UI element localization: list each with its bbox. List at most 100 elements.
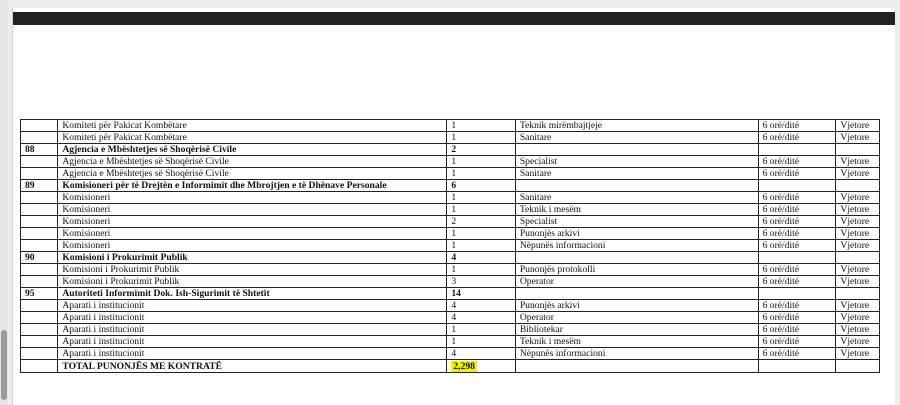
total-period-cell	[835, 359, 880, 373]
cell-number	[19, 131, 59, 144]
cell-period	[835, 251, 880, 264]
cell-position: Teknik i mesëm	[514, 203, 759, 216]
cell-period: Vjetore	[835, 347, 880, 360]
cell-position: Sanitare	[514, 191, 759, 204]
cell-period: Vjetore	[835, 131, 880, 144]
cell-position: Nëpunës informacioni	[514, 347, 759, 360]
table-row: Aparati i institucionit 1 Bibliotekar 6 orë…	[19, 323, 880, 336]
cell-hours: 6 orë/ditë	[757, 347, 837, 360]
cell-institution: Komiteti për Pakicat Kombëtare	[57, 119, 448, 132]
page-header-bar	[13, 12, 895, 25]
cell-count: 1	[446, 263, 516, 276]
cell-count: 4	[446, 251, 516, 264]
cell-number	[19, 203, 59, 216]
cell-institution: Komisioneri	[57, 227, 448, 240]
cell-count: 1	[446, 119, 516, 132]
cell-number	[19, 275, 59, 288]
cell-number	[19, 167, 59, 180]
cell-position	[514, 143, 759, 156]
cell-position: Specialist	[514, 155, 759, 168]
total-hours-cell	[757, 359, 837, 373]
cell-institution: Aparati i institucionit	[57, 299, 448, 312]
cell-institution: Komisioneri	[57, 203, 448, 216]
cell-institution: Komisioni i Prokurimit Publik	[57, 263, 448, 276]
cell-number	[19, 347, 59, 360]
cell-institution: Komiteti për Pakicat Kombëtare	[57, 131, 448, 144]
cell-period	[835, 143, 880, 156]
cell-number	[19, 323, 59, 336]
table-row: Aparati i institucionit 1 Teknik i mesëm 6 …	[19, 335, 880, 348]
cell-hours: 6 orë/ditë	[757, 299, 837, 312]
total-num-cell	[19, 359, 59, 373]
cell-position: Teknik i mesëm	[514, 335, 759, 348]
cell-number	[19, 311, 59, 324]
cell-institution: Komisioneri për të Drejtën e Informimit …	[57, 179, 448, 192]
cell-count: 4	[446, 311, 516, 324]
cell-hours: 6 orë/ditë	[757, 119, 837, 132]
cell-hours: 6 orë/ditë	[757, 191, 837, 204]
table-row: Komisioni i Prokurimit Publik 3 Operator 6 …	[19, 275, 880, 288]
cell-hours: 6 orë/ditë	[757, 131, 837, 144]
cell-position	[514, 179, 759, 192]
cell-position: Punonjës arkivi	[514, 227, 759, 240]
cell-number	[19, 299, 59, 312]
table-row: Komisioneri 2 Specialist 6 orë/ditë Vjetore	[19, 215, 880, 228]
cell-period: Vjetore	[835, 119, 880, 132]
cell-count: 1	[446, 155, 516, 168]
table-row: Komisioneri 1 Punonjës arkivi 6 orë/ditë Vje…	[19, 227, 880, 240]
cell-hours	[757, 251, 837, 264]
table-row: Aparati i institucionit 4 Nëpunës informac…	[19, 347, 880, 360]
cell-number	[19, 227, 59, 240]
cell-hours: 6 orë/ditë	[757, 323, 837, 336]
table-row: Komiteti për Pakicat Kombëtare 1 Sanitare 6…	[19, 131, 880, 144]
total-row: TOTAL PUNONJËS ME KONTRATË 2,298	[19, 359, 880, 373]
cell-number	[19, 119, 59, 132]
scrollbar-thumb[interactable]	[1, 330, 7, 400]
cell-hours: 6 orë/ditë	[757, 335, 837, 348]
cell-position: Teknik mirëmbajtjeje	[514, 119, 759, 132]
cell-institution: Aparati i institucionit	[57, 323, 448, 336]
cell-period: Vjetore	[835, 227, 880, 240]
cell-count: 1	[446, 335, 516, 348]
cell-number	[19, 191, 59, 204]
total-count: 2,298	[451, 360, 477, 372]
cell-position: Bibliotekar	[514, 323, 759, 336]
cell-institution: Komisioni i Prokurimit Publik	[57, 275, 448, 288]
table-row: Aparati i institucionit 4 Operator 6 orë/di…	[19, 311, 880, 324]
cell-count: 1	[446, 227, 516, 240]
total-label: TOTAL PUNONJËS ME KONTRATË	[57, 359, 448, 373]
cell-hours: 6 orë/ditë	[757, 275, 837, 288]
cell-position: Punonjës protokolli	[514, 263, 759, 276]
cell-hours: 6 orë/ditë	[757, 227, 837, 240]
table-row: Komisioneri 1 Sanitare 6 orë/ditë Vjetore	[19, 191, 880, 204]
cell-institution: Komisioneri	[57, 239, 448, 252]
cell-period: Vjetore	[835, 323, 880, 336]
table-row: Komisioni i Prokurimit Publik 1 Punonjës p…	[19, 263, 880, 276]
cell-hours: 6 orë/ditë	[757, 155, 837, 168]
cell-number	[19, 263, 59, 276]
cell-period: Vjetore	[835, 239, 880, 252]
cell-number: 90	[19, 251, 59, 264]
cell-hours: 6 orë/ditë	[757, 203, 837, 216]
cell-period: Vjetore	[835, 215, 880, 228]
vertical-scrollbar[interactable]	[0, 0, 8, 405]
section-header-row: 88 Agjencia e Mbështetjes së Shoqërisë Ci…	[19, 143, 880, 156]
cell-institution: Komisioneri	[57, 191, 448, 204]
cell-institution: Agjencia e Mbështetjes së Shoqërisë Civi…	[57, 155, 448, 168]
cell-count: 1	[446, 167, 516, 180]
cell-count: 1	[446, 131, 516, 144]
cell-period: Vjetore	[835, 335, 880, 348]
section-header-row: 95 Autoriteti Informimit Dok. Ish-Sigurim…	[19, 287, 880, 300]
cell-position: Sanitare	[514, 167, 759, 180]
cell-number	[19, 215, 59, 228]
total-role-cell	[514, 359, 759, 373]
cell-number: 89	[19, 179, 59, 192]
cell-hours: 6 orë/ditë	[757, 239, 837, 252]
cell-hours: 6 orë/ditë	[757, 167, 837, 180]
cell-institution: Aparati i institucionit	[57, 335, 448, 348]
cell-number	[19, 335, 59, 348]
cell-number	[19, 239, 59, 252]
cell-position	[514, 287, 759, 300]
cell-hours	[757, 287, 837, 300]
cell-count: 4	[446, 347, 516, 360]
